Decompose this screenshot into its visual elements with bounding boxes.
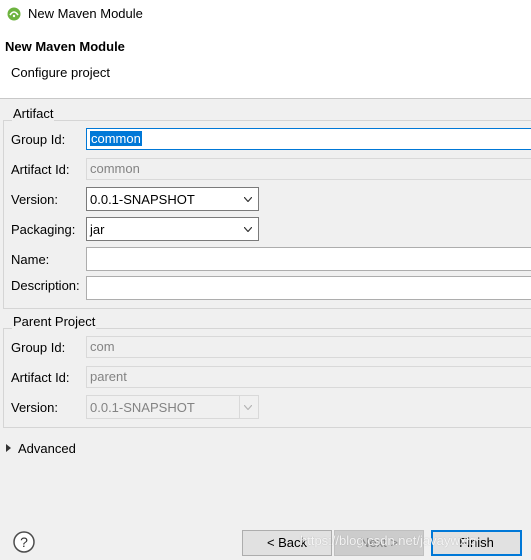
- parent-artifact-id-input: parent: [86, 366, 531, 388]
- parent-version-label: Version:: [11, 400, 58, 415]
- page-subtitle: Configure project: [11, 65, 110, 80]
- next-button-label: Next >: [360, 535, 398, 550]
- combo-separator: [239, 396, 240, 418]
- artifact-id-label: Artifact Id:: [11, 162, 70, 177]
- parent-group-id-value: com: [90, 339, 115, 354]
- wizard-header: New Maven Module Configure project: [0, 28, 531, 99]
- eclipse-icon: [7, 7, 21, 21]
- group-id-value: common: [90, 131, 142, 146]
- description-label: Description:: [11, 278, 80, 293]
- group-id-label: Group Id:: [11, 132, 66, 147]
- window-title: New Maven Module: [28, 6, 143, 21]
- next-button: Next >: [334, 530, 424, 556]
- wizard-footer: ? < Back Next > Finish: [0, 511, 531, 560]
- svg-text:?: ?: [20, 534, 28, 550]
- parent-artifact-id-value: parent: [90, 369, 127, 384]
- parent-artifact-id-label: Artifact Id:: [11, 370, 70, 385]
- name-input[interactable]: [86, 247, 531, 271]
- description-input[interactable]: [86, 276, 531, 300]
- version-label: Version:: [11, 192, 58, 207]
- packaging-combo[interactable]: jar: [86, 217, 259, 241]
- version-value: 0.0.1-SNAPSHOT: [90, 192, 195, 207]
- parent-project-group-title: Parent Project: [12, 314, 97, 329]
- page-title: New Maven Module: [5, 39, 125, 54]
- packaging-value: jar: [90, 222, 105, 237]
- artifact-group-title: Artifact: [12, 106, 55, 121]
- group-id-input[interactable]: common: [86, 128, 531, 150]
- version-combo[interactable]: 0.0.1-SNAPSHOT: [86, 187, 259, 211]
- parent-group-id-input: com: [86, 336, 531, 358]
- parent-version-combo: 0.0.1-SNAPSHOT: [86, 395, 259, 419]
- finish-button-label: Finish: [459, 535, 494, 550]
- back-button-label: < Back: [266, 535, 308, 550]
- help-icon[interactable]: ?: [13, 531, 35, 553]
- window-titlebar: New Maven Module: [0, 0, 531, 28]
- advanced-label[interactable]: Advanced: [18, 441, 76, 456]
- artifact-id-input: common: [86, 158, 531, 180]
- chevron-down-icon[interactable]: [244, 227, 252, 232]
- parent-version-value: 0.0.1-SNAPSHOT: [90, 400, 195, 415]
- chevron-down-icon: [244, 405, 252, 410]
- packaging-label: Packaging:: [11, 222, 76, 237]
- chevron-down-icon[interactable]: [244, 197, 252, 202]
- name-label: Name:: [11, 252, 50, 267]
- finish-button[interactable]: Finish: [431, 530, 522, 556]
- parent-group-id-label: Group Id:: [11, 340, 66, 355]
- back-button[interactable]: < Back: [242, 530, 332, 556]
- artifact-id-value: common: [90, 161, 140, 176]
- triangle-right-icon[interactable]: [6, 444, 11, 452]
